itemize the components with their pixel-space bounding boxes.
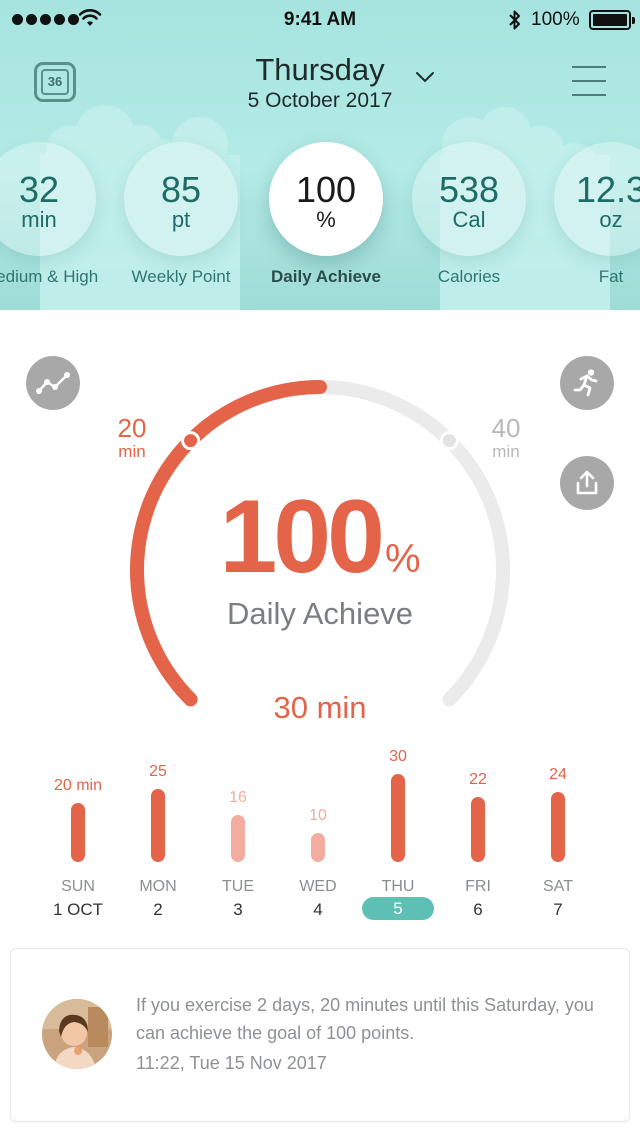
gauge-min-unit: min: [118, 442, 146, 461]
trend-chart-button[interactable]: [26, 356, 80, 410]
bar-value-label: 10: [309, 807, 327, 824]
metric-unit: %: [316, 207, 336, 232]
date-label: 2: [153, 900, 163, 919]
menu-icon[interactable]: [572, 66, 606, 96]
gauge-min-label: 20 min: [108, 414, 156, 462]
gauge-total: 30 min: [273, 690, 367, 725]
activity-button[interactable]: [560, 356, 614, 410]
gauge-max-unit: min: [492, 442, 520, 461]
gauge-min-value: 20: [117, 413, 147, 443]
day-of-week-label: SUN: [61, 878, 95, 895]
notification-card[interactable]: If you exercise 2 days, 20 minutes until…: [10, 948, 630, 1122]
metric-daily-achieve[interactable]: 100 % Daily Achieve: [269, 142, 383, 287]
gauge-min-marker: [181, 431, 201, 451]
metric-value: 32: [18, 169, 60, 210]
trend-chart-icon: [36, 372, 70, 394]
metric-label: Weekly Point: [131, 267, 231, 286]
bar: [151, 789, 165, 862]
achievement-percent: 100%: [0, 482, 640, 592]
metric-circle: 538 Cal: [412, 142, 526, 256]
today-date-badge: 5: [362, 897, 434, 920]
day-of-week-label: FRI: [465, 878, 491, 895]
header: 9:41 AM 100% 36 Thursday 5 October 2017 …: [0, 0, 640, 310]
metric-fat[interactable]: 12.3 oz Fat: [554, 142, 640, 287]
notification-message: If you exercise 2 days, 20 minutes until…: [136, 995, 594, 1043]
bar-value-label: 25: [149, 763, 167, 780]
gauge-caption: Daily Achieve: [226, 596, 414, 631]
metric-value: 538: [438, 169, 500, 210]
bar-value-label: 22: [469, 771, 487, 788]
metric-unit: oz: [599, 207, 623, 232]
day-title: Thursday: [255, 52, 385, 87]
bar: [551, 792, 565, 862]
day-of-week-label: TUE: [222, 878, 254, 895]
metric-value: 100: [295, 169, 357, 210]
bar: [71, 803, 85, 862]
metric-circle: 85 pt: [124, 142, 238, 256]
metric-value: 12.3: [575, 169, 640, 210]
notification-timestamp: 11:22, Tue 15 Nov 2017: [136, 1053, 327, 1073]
day-column-wed[interactable]: 10 WED 4: [278, 752, 358, 922]
day-of-week-label: MON: [139, 878, 177, 895]
date-label: 7: [553, 900, 563, 919]
bar-value-label: 20 min: [53, 777, 103, 794]
battery-icon: [589, 10, 635, 30]
bar-value-label: 16: [229, 789, 247, 806]
date-subtitle: 5 October 2017: [247, 89, 393, 112]
day-of-week-label: THU: [381, 878, 415, 895]
running-icon: [573, 369, 598, 397]
metric-unit: min: [21, 207, 57, 232]
bar: [471, 797, 485, 862]
bar: [311, 833, 325, 862]
metric-circle: 100 %: [269, 142, 383, 256]
metric-medium-high[interactable]: 32 min Medium & High: [0, 142, 99, 287]
bar-value-label: 24: [549, 766, 567, 783]
date-label: 4: [313, 900, 323, 919]
day-column-thu[interactable]: 30 THU 5: [358, 748, 438, 922]
metric-calories[interactable]: 538 Cal Calories: [412, 142, 526, 287]
date-label: 3: [233, 900, 243, 919]
status-bar: 9:41 AM 100%: [0, 0, 640, 40]
bar: [391, 774, 405, 862]
gauge-max-value: 40: [491, 413, 521, 443]
battery-percent: 100%: [531, 9, 580, 30]
date-label: 1 OCT: [52, 900, 104, 919]
day-column-sun[interactable]: 20 min SUN 1 OCT: [38, 752, 118, 922]
bar: [231, 815, 245, 862]
metric-value: 85: [160, 169, 202, 210]
bluetooth-icon: [509, 10, 520, 30]
date-label: 6: [473, 900, 483, 919]
metric-unit: pt: [171, 207, 191, 232]
day-column-sat[interactable]: 24 SAT 7: [518, 752, 598, 922]
metric-label: Medium & High: [0, 267, 99, 286]
metric-label: Fat: [598, 267, 624, 286]
day-column-fri[interactable]: 22 FRI 6: [438, 752, 518, 922]
avatar: [42, 999, 112, 1069]
date-selector[interactable]: Thursday 5 October 2017: [0, 52, 640, 114]
metric-circle: 12.3 oz: [554, 142, 640, 256]
bar-value-label: 30: [389, 748, 407, 765]
day-column-mon[interactable]: 25 MON 2: [118, 752, 198, 922]
metric-weekly-point[interactable]: 85 pt Weekly Point: [124, 142, 238, 287]
metric-label: Daily Achieve: [271, 267, 381, 286]
percent-sign: %: [384, 537, 421, 581]
metric-label: Calories: [437, 267, 501, 286]
day-of-week-label: WED: [299, 878, 337, 895]
metric-circle: 32 min: [0, 142, 96, 256]
day-of-week-label: SAT: [543, 878, 573, 895]
chevron-down-icon[interactable]: [414, 70, 436, 84]
gauge-max-label: 40 min: [482, 414, 530, 462]
metric-unit: Cal: [452, 207, 486, 232]
gauge-max-marker: [439, 431, 459, 451]
day-column-tue[interactable]: 16 TUE 3: [198, 752, 278, 922]
percent-value: 100: [219, 479, 385, 595]
